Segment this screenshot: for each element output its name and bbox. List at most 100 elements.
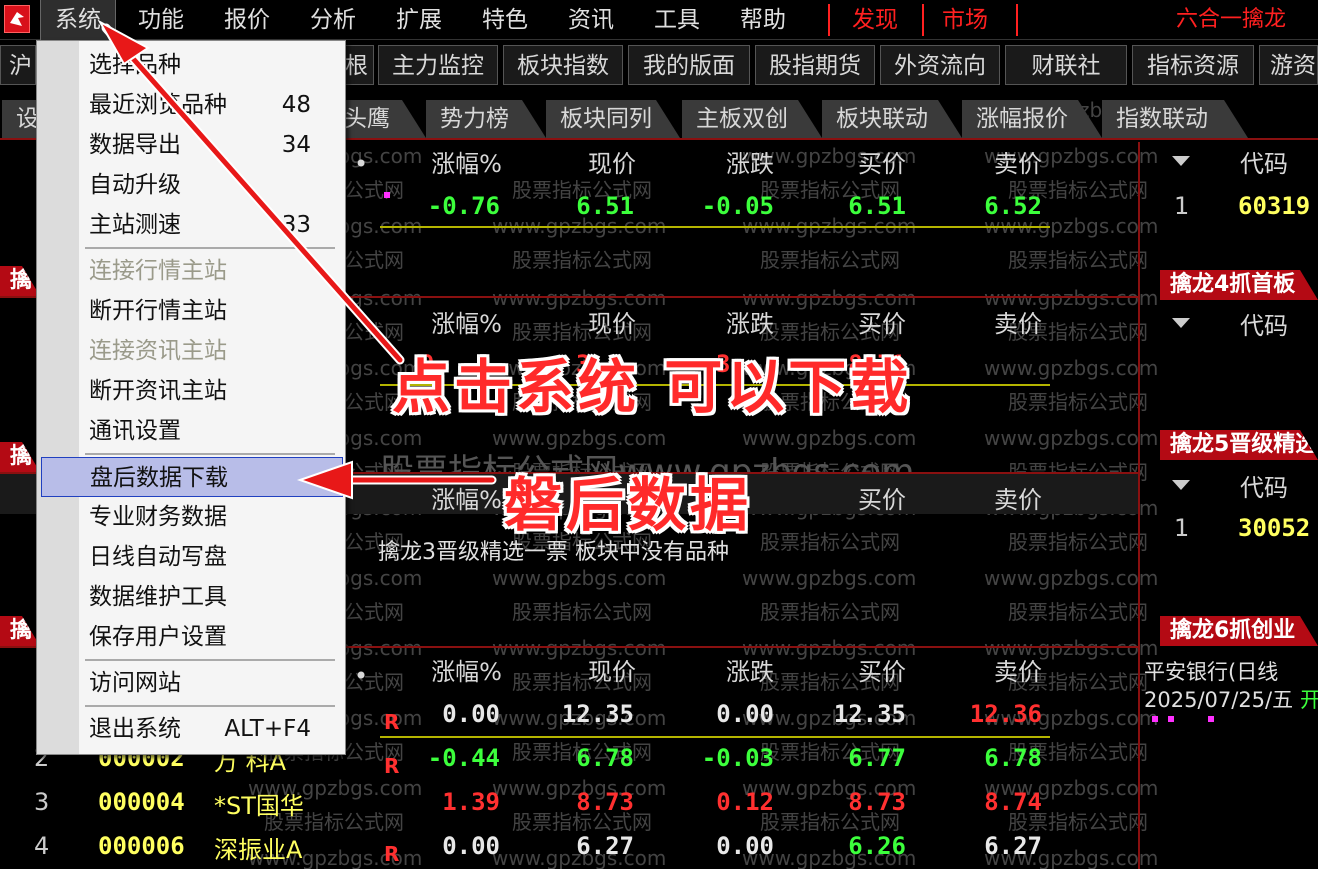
stock-code[interactable]: 000004 bbox=[98, 788, 185, 816]
menu-item-3[interactable]: 自动升级 bbox=[81, 165, 343, 205]
col-change-pct[interactable]: 涨幅% bbox=[410, 480, 502, 515]
tab-sector-peers[interactable]: 板块同列 bbox=[546, 100, 680, 138]
menu-divider bbox=[1016, 4, 1018, 36]
toolbar-item-my-layout[interactable]: 我的版面 bbox=[628, 45, 750, 85]
menu-item-10[interactable]: 盘后数据下载 bbox=[41, 457, 343, 497]
marker-dot bbox=[384, 192, 390, 198]
toolbar-item-hot-money[interactable]: 游资 bbox=[1259, 45, 1318, 85]
app-logo-icon[interactable] bbox=[4, 5, 30, 33]
menu-item-label: 专业财务数据 bbox=[89, 504, 227, 530]
col-bid[interactable]: 买价 bbox=[830, 304, 906, 339]
menu-item-2[interactable]: 数据导出 34 bbox=[81, 125, 343, 165]
tab-power-rank[interactable]: 势力榜 bbox=[426, 100, 546, 138]
menu-item-16[interactable]: 退出系统 ALT+F4 bbox=[81, 709, 343, 749]
section-tab-qinlong4[interactable]: 擒龙4抓首板 bbox=[1160, 270, 1318, 300]
p1-change-pct: -0.76 bbox=[427, 192, 500, 220]
toolbar-item-foreign-flow[interactable]: 外资流向 bbox=[880, 45, 1000, 85]
right-col-code[interactable]: 代码 bbox=[1240, 306, 1288, 341]
menu-item-11[interactable]: 专业财务数据 bbox=[81, 497, 343, 537]
menu-item-13[interactable]: 数据维护工具 bbox=[81, 577, 343, 617]
menu-item-label: 断开资讯主站 bbox=[89, 378, 227, 404]
p1-ask: 6.52 bbox=[984, 192, 1042, 220]
col-bid[interactable]: 买价 bbox=[830, 652, 906, 687]
col-ask[interactable]: 卖价 bbox=[966, 304, 1042, 339]
col-dot: • bbox=[354, 662, 369, 690]
menu-item-4[interactable]: 主站测速 33 bbox=[81, 205, 343, 245]
toolbar-item-sector-index[interactable]: 板块指数 bbox=[503, 45, 623, 85]
menu-item-15[interactable]: 访问网站 bbox=[81, 663, 343, 703]
menu-extend[interactable]: 扩展 bbox=[396, 0, 442, 40]
toolbar-item-indicator-resources[interactable]: 指标资源 bbox=[1132, 45, 1254, 85]
sort-arrow-icon[interactable] bbox=[1172, 156, 1190, 166]
menu-item-12[interactable]: 日线自动写盘 bbox=[81, 537, 343, 577]
right-col-code[interactable]: 代码 bbox=[1240, 144, 1288, 179]
menu-function[interactable]: 功能 bbox=[138, 0, 184, 40]
col-change[interactable]: 涨跌 bbox=[700, 304, 774, 339]
toolbar-item-main-force[interactable]: 主力监控 bbox=[378, 45, 498, 85]
col-change-pct[interactable]: 涨幅% bbox=[410, 304, 502, 339]
col-change-pct[interactable]: 涨幅% bbox=[410, 652, 502, 687]
menu-divider bbox=[828, 4, 830, 36]
section-tab-left-3[interactable]: 擒 bbox=[0, 616, 40, 646]
col-change[interactable]: 涨跌 bbox=[700, 144, 774, 179]
col-ask[interactable]: 卖价 bbox=[966, 480, 1042, 515]
section-tab-qinlong5[interactable]: 擒龙5晋级精选 bbox=[1160, 430, 1318, 460]
right-col-code[interactable]: 代码 bbox=[1240, 468, 1288, 503]
menu-market[interactable]: 市场 bbox=[942, 0, 988, 40]
tab-gain-quote[interactable]: 涨幅报价 bbox=[962, 100, 1102, 138]
menu-separator bbox=[85, 453, 335, 455]
col-bid[interactable]: 买价 bbox=[830, 480, 906, 515]
menu-brand[interactable]: 六合一擒龙 bbox=[1176, 0, 1286, 40]
menu-tools[interactable]: 工具 bbox=[654, 0, 700, 40]
toolbar-item-cls[interactable]: 财联社 bbox=[1005, 45, 1127, 85]
sort-arrow-icon[interactable] bbox=[1172, 318, 1190, 328]
col-ask[interactable]: 卖价 bbox=[966, 144, 1042, 179]
col-price[interactable]: 现价 bbox=[560, 144, 636, 179]
quote-cell: 6.78 bbox=[984, 744, 1042, 772]
col-price[interactable]: 现价 bbox=[560, 304, 636, 339]
toolbar-item-sh[interactable]: 沪 bbox=[0, 45, 36, 85]
menu-item-0[interactable]: 选择品种 bbox=[81, 45, 343, 85]
watermark-text: 股票指标公式网 bbox=[1008, 600, 1148, 624]
watermark-text: 股票指标公式网 bbox=[1008, 530, 1148, 554]
panel-divider bbox=[1138, 142, 1140, 869]
menu-item-6[interactable]: 断开行情主站 bbox=[81, 291, 343, 331]
toolbar-item-root[interactable]: 根 bbox=[342, 45, 374, 85]
col-price[interactable]: 现价 bbox=[560, 652, 636, 687]
right-row-code[interactable]: 60319 bbox=[1238, 192, 1310, 220]
menu-item-14[interactable]: 保存用户设置 bbox=[81, 617, 343, 657]
menu-item-label: 退出系统 bbox=[89, 716, 181, 742]
menu-item-label: 自动升级 bbox=[89, 172, 181, 198]
menu-item-8[interactable]: 断开资讯主站 bbox=[81, 371, 343, 411]
menu-system[interactable]: 系统 bbox=[40, 0, 116, 40]
stock-name[interactable]: *ST国华 bbox=[214, 786, 304, 821]
col-change-pct[interactable]: 涨幅% bbox=[410, 144, 502, 179]
menu-quote[interactable]: 报价 bbox=[224, 0, 270, 40]
col-ask[interactable]: 卖价 bbox=[966, 652, 1042, 687]
col-bid[interactable]: 买价 bbox=[830, 144, 906, 179]
stock-code[interactable]: 000006 bbox=[98, 832, 185, 860]
menu-help[interactable]: 帮助 bbox=[740, 0, 786, 40]
section-tab-left-2[interactable]: 擒 bbox=[0, 442, 40, 472]
tab-sector-link[interactable]: 板块联动 bbox=[822, 100, 962, 138]
section-tab-qinlong6[interactable]: 擒龙6抓创业 bbox=[1160, 616, 1318, 646]
menu-news[interactable]: 资讯 bbox=[568, 0, 614, 40]
margin-flag-icon: R bbox=[384, 842, 400, 866]
tab-main-board[interactable]: 主板双创 bbox=[682, 100, 822, 138]
toolbar-item-index-futures[interactable]: 股指期货 bbox=[755, 45, 875, 85]
tab-index-link[interactable]: 指数联动 bbox=[1102, 100, 1248, 138]
menu-item-1[interactable]: 最近浏览品种 48 bbox=[81, 85, 343, 125]
menu-item-9[interactable]: 通讯设置 bbox=[81, 411, 343, 451]
menu-discover[interactable]: 发现 bbox=[852, 0, 898, 40]
col-change[interactable]: 涨跌 bbox=[700, 652, 774, 687]
watermark-text: 股票指标公式网 bbox=[512, 248, 652, 272]
col-dot: • bbox=[354, 150, 369, 178]
stock-name[interactable]: 深振业A bbox=[214, 830, 302, 865]
menu-analysis[interactable]: 分析 bbox=[310, 0, 356, 40]
menu-feature[interactable]: 特色 bbox=[482, 0, 528, 40]
right-row-code[interactable]: 30052 bbox=[1238, 514, 1310, 542]
section-tab-left-1[interactable]: 擒 bbox=[0, 266, 40, 296]
menu-separator bbox=[85, 659, 335, 661]
sort-arrow-icon[interactable] bbox=[1172, 480, 1190, 490]
right-row-index: 1 bbox=[1174, 514, 1190, 542]
